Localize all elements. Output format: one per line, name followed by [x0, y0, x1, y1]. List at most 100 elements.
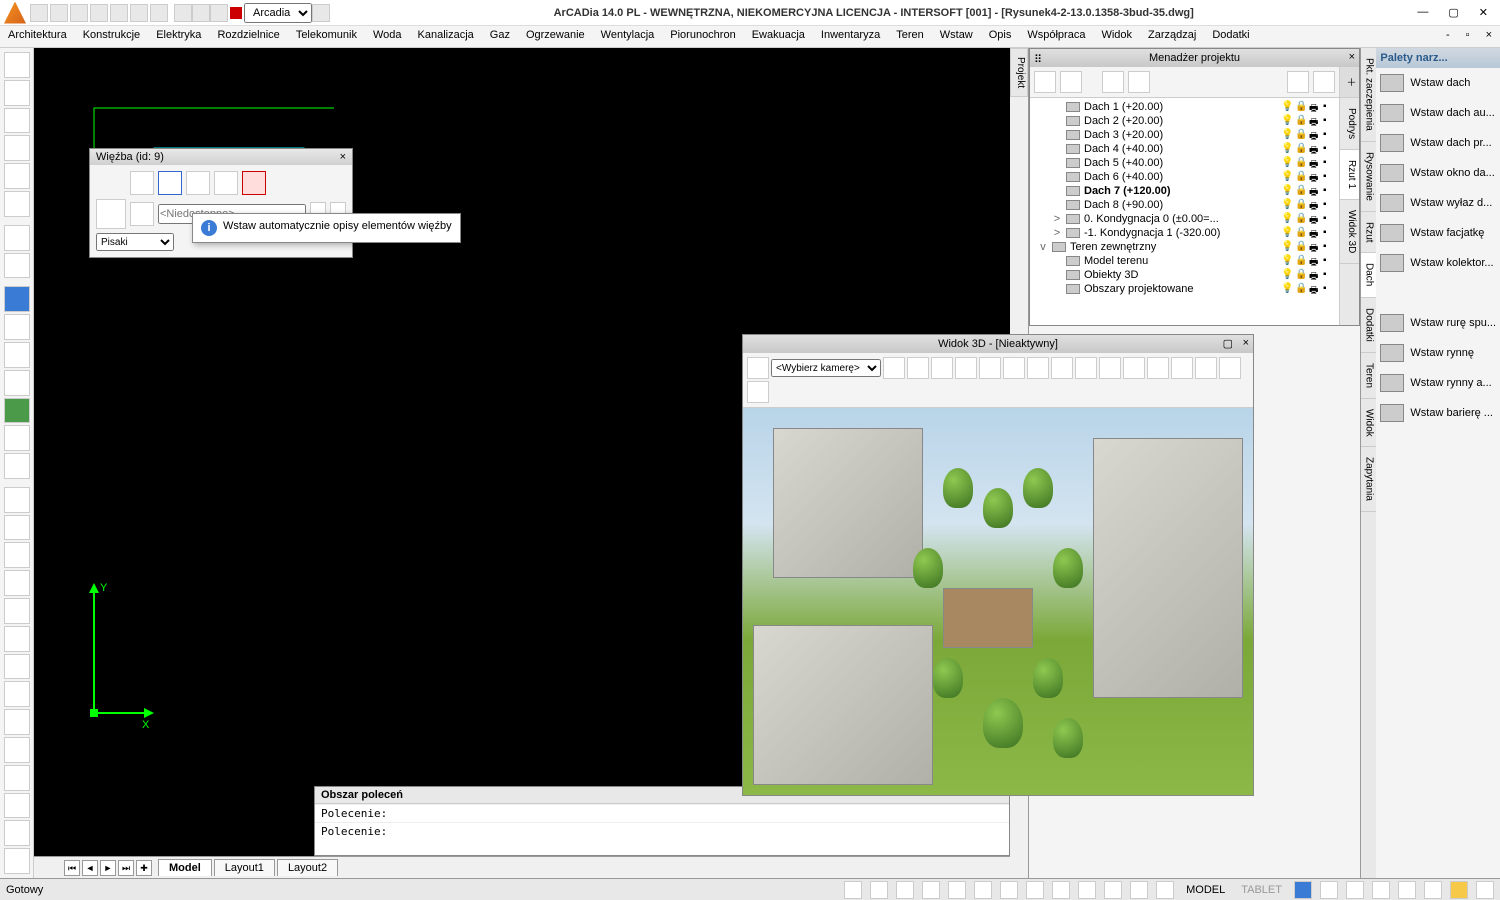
- palette-item[interactable]: Wstaw rynny a...: [1376, 368, 1500, 398]
- v3d-icon[interactable]: [1027, 357, 1049, 379]
- menu-architektura[interactable]: Architektura: [0, 26, 75, 47]
- scheme-select[interactable]: Arcadia: [244, 3, 312, 23]
- tab-last-icon[interactable]: ⏭: [118, 860, 134, 876]
- tree-row[interactable]: Dach 3 (+20.00)💡🔒🖶▪: [1032, 128, 1337, 142]
- camera-select[interactable]: <Wybierz kamerę>: [771, 359, 881, 377]
- sb-icon[interactable]: [1372, 881, 1390, 899]
- tree-row[interactable]: >0. Kondygnacja 0 (±0.00=...💡🔒🖶▪: [1032, 212, 1337, 226]
- menu-inwentaryza[interactable]: Inwentaryza: [813, 26, 888, 47]
- ellipse-icon[interactable]: [4, 765, 30, 791]
- color-icon[interactable]: ▪: [1323, 185, 1335, 197]
- close-icon[interactable]: ✕: [1479, 6, 1488, 19]
- print-icon[interactable]: 🖶: [1309, 255, 1321, 267]
- sb-icon[interactable]: [1156, 881, 1174, 899]
- tab-layout1[interactable]: Layout1: [214, 859, 275, 876]
- bulb-icon[interactable]: 💡: [1281, 129, 1293, 141]
- truss-btn-4-icon[interactable]: [214, 171, 238, 195]
- color-icon[interactable]: ▪: [1323, 115, 1335, 127]
- palette-item[interactable]: Wstaw okno da...: [1376, 158, 1500, 188]
- lock-icon[interactable]: 🔒: [1295, 199, 1307, 211]
- color-icon[interactable]: ▪: [1323, 255, 1335, 267]
- new-icon[interactable]: [30, 4, 48, 22]
- v3d-icon[interactable]: [1099, 357, 1121, 379]
- print-icon[interactable]: 🖶: [1309, 227, 1321, 239]
- sb-icon[interactable]: [1424, 881, 1442, 899]
- palette-item[interactable]: Wstaw dach pr...: [1376, 128, 1500, 158]
- truss-btn-5-icon[interactable]: [130, 202, 154, 226]
- color-icon[interactable]: ▪: [1323, 129, 1335, 141]
- palette-tab-3[interactable]: Dach: [1361, 253, 1376, 297]
- camera-icon[interactable]: [747, 357, 769, 379]
- sb-icon[interactable]: [1104, 881, 1122, 899]
- mdi-close-icon[interactable]: ×: [1478, 26, 1500, 47]
- sb-icon[interactable]: [1078, 881, 1096, 899]
- print-icon[interactable]: 🖶: [1309, 115, 1321, 127]
- tab-model[interactable]: Model: [158, 859, 212, 876]
- tree-row[interactable]: Dach 6 (+40.00)💡🔒🖶▪: [1032, 170, 1337, 184]
- bulb-icon[interactable]: 💡: [1281, 213, 1293, 225]
- tool-icon[interactable]: [4, 163, 30, 189]
- tree-row[interactable]: Dach 4 (+40.00)💡🔒🖶▪: [1032, 142, 1337, 156]
- tab-add-view[interactable]: ＋: [1340, 67, 1359, 98]
- sun-icon[interactable]: [192, 4, 210, 22]
- tree-row[interactable]: Dach 5 (+40.00)💡🔒🖶▪: [1032, 156, 1337, 170]
- minimize-icon[interactable]: —: [1417, 6, 1428, 19]
- truss-btn-3-icon[interactable]: [186, 171, 210, 195]
- bulb-icon[interactable]: 💡: [1281, 101, 1293, 113]
- menu-gaz[interactable]: Gaz: [482, 26, 518, 47]
- tree-row[interactable]: Obiekty 3D💡🔒🖶▪: [1032, 268, 1337, 282]
- palette-tab-2[interactable]: Rzut: [1361, 212, 1376, 254]
- v3d-icon[interactable]: [883, 357, 905, 379]
- tool-icon[interactable]: [4, 598, 30, 624]
- tab-rzut1[interactable]: Rzut 1: [1340, 150, 1359, 200]
- lock-icon[interactable]: [210, 4, 228, 22]
- sb-icon[interactable]: [1398, 881, 1416, 899]
- menu-wstaw[interactable]: Wstaw: [932, 26, 981, 47]
- truss-main-icon[interactable]: [96, 199, 126, 229]
- v3d-icon[interactable]: [979, 357, 1001, 379]
- menu-dodatki[interactable]: Dodatki: [1204, 26, 1257, 47]
- project-manager-title[interactable]: ⠿ Menadżer projektu ×: [1030, 49, 1359, 67]
- open-icon[interactable]: [50, 4, 68, 22]
- hatch-icon[interactable]: [4, 793, 30, 819]
- tab-next-icon[interactable]: ►: [100, 860, 116, 876]
- circle-icon[interactable]: [4, 737, 30, 763]
- bulb-icon[interactable]: 💡: [1281, 241, 1293, 253]
- tree-row[interactable]: >-1. Kondygnacja 1 (-320.00)💡🔒🖶▪: [1032, 226, 1337, 240]
- truss-delete-icon[interactable]: [242, 171, 266, 195]
- sb-icon[interactable]: [896, 881, 914, 899]
- zoom-icon[interactable]: [4, 342, 30, 368]
- lock-icon[interactable]: 🔒: [1295, 115, 1307, 127]
- tab-add-icon[interactable]: ✚: [136, 860, 152, 876]
- v3d-icon[interactable]: [1003, 357, 1025, 379]
- tree-row[interactable]: Dach 8 (+90.00)💡🔒🖶▪: [1032, 198, 1337, 212]
- close-icon[interactable]: ×: [1243, 337, 1249, 349]
- bulb-icon[interactable]: 💡: [1281, 269, 1293, 281]
- bulb-icon[interactable]: 💡: [1281, 185, 1293, 197]
- v3d-icon[interactable]: [1219, 357, 1241, 379]
- tree-row[interactable]: Dach 7 (+120.00)💡🔒🖶▪: [1032, 184, 1337, 198]
- maximize-icon[interactable]: ▢: [1223, 337, 1233, 350]
- menu-ewakuacja[interactable]: Ewakuacja: [744, 26, 813, 47]
- sb-icon[interactable]: [922, 881, 940, 899]
- mdi-restore-icon[interactable]: ▫: [1458, 26, 1478, 47]
- polyline-icon[interactable]: [4, 515, 30, 541]
- palette-tab-1[interactable]: Rysowanie: [1361, 142, 1376, 212]
- bulb-icon[interactable]: 💡: [1281, 227, 1293, 239]
- v3d-icon[interactable]: [1075, 357, 1097, 379]
- menu-zarządzaj[interactable]: Zarządzaj: [1140, 26, 1204, 47]
- close-icon[interactable]: ×: [340, 151, 346, 163]
- mail-icon[interactable]: [1450, 881, 1468, 899]
- print-icon[interactable]: 🖶: [1309, 269, 1321, 281]
- sb-icon[interactable]: [1052, 881, 1070, 899]
- menu-opis[interactable]: Opis: [981, 26, 1020, 47]
- v3d-icon[interactable]: [907, 357, 929, 379]
- lock-icon[interactable]: 🔒: [1295, 283, 1307, 295]
- truss-btn-1-icon[interactable]: [130, 171, 154, 195]
- palette-tab-4[interactable]: Dodatki: [1361, 298, 1376, 353]
- scheme-more-icon[interactable]: [312, 4, 330, 22]
- tool-icon[interactable]: [4, 52, 30, 78]
- proj-tb-icon[interactable]: [1128, 71, 1150, 93]
- expand-icon[interactable]: >: [1052, 213, 1062, 225]
- bulb-icon[interactable]: 💡: [1281, 255, 1293, 267]
